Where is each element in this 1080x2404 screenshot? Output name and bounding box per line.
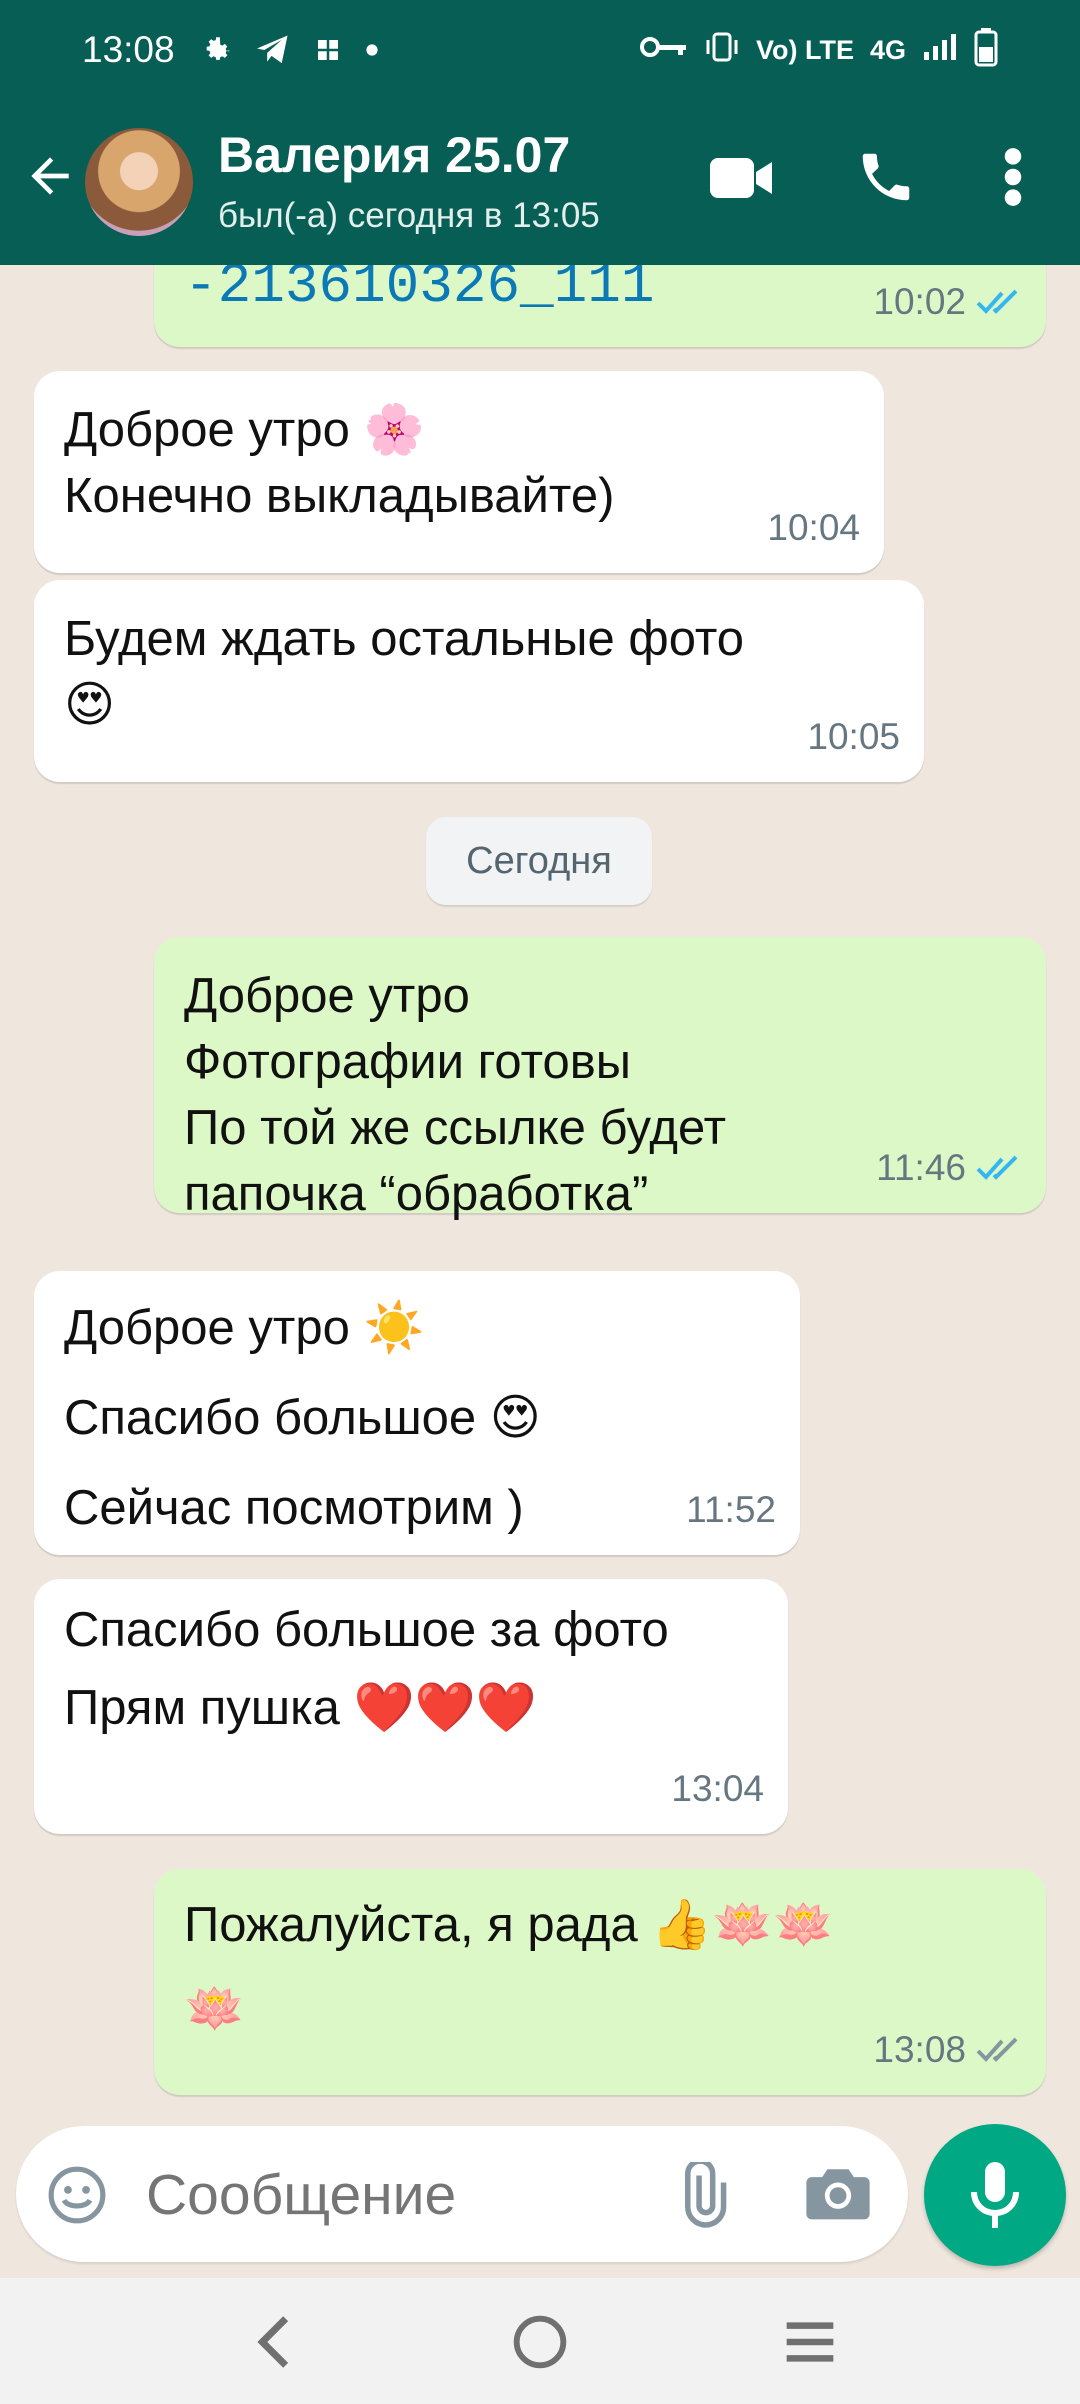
message-meta: 10:04 <box>767 495 860 561</box>
contact-last-seen[interactable]: был(-а) сегодня в 13:05 <box>218 196 600 236</box>
message-meta: 11:46 <box>876 1135 1022 1201</box>
message-link-text[interactable]: -213610326_111 <box>184 265 654 319</box>
message-time: 10:02 <box>873 281 966 322</box>
message-time: 11:52 <box>686 1489 776 1530</box>
message-time: 10:05 <box>807 716 900 757</box>
double-check-icon <box>976 2037 1018 2062</box>
double-check-icon <box>976 1155 1018 1180</box>
message-text: Доброе утро ☀️ Спасибо большое 😍 Сейчас … <box>64 1301 541 1535</box>
message-time: 13:08 <box>873 2029 966 2070</box>
message-input[interactable] <box>146 2160 646 2230</box>
message-time: 11:46 <box>876 1147 966 1188</box>
more-vert-icon[interactable] <box>998 146 1028 208</box>
signal-icon <box>922 32 958 69</box>
phone-icon[interactable] <box>855 146 917 208</box>
message-bubble-incoming[interactable]: Спасибо большое за фото Прям пушка ❤️❤️❤… <box>34 1579 788 1834</box>
video-call-icon[interactable] <box>708 152 774 204</box>
nav-menu-icon[interactable] <box>782 2318 838 2366</box>
message-bubble-incoming[interactable]: Доброе утро 🌸 Конечно выкладывайте) 10:0… <box>34 371 884 573</box>
network-type: 4G <box>869 34 906 65</box>
settings-gear-icon <box>199 33 233 67</box>
double-check-icon <box>976 289 1018 314</box>
message-text: Пожалуйста, я рада 👍🪷🪷 🪷 <box>184 1898 835 2036</box>
status-bar: 13:08 Vo) LTE 4G <box>0 0 1080 100</box>
contact-name[interactable]: Валерия 25.07 <box>218 126 570 184</box>
vibrate-icon <box>704 32 740 69</box>
volte-indicator: Vo) LTE <box>755 34 854 65</box>
app-bar: Валерия 25.07 был(-а) сегодня в 13:05 <box>0 118 1080 248</box>
message-bubble-incoming[interactable]: Будем ждать остальные фото 😍 10:05 <box>34 580 924 782</box>
telegram-icon <box>255 34 291 66</box>
message-meta: 10:05 <box>807 704 900 770</box>
chat-header: 13:08 Vo) LTE 4G Валерия 25.07 был(-а) с… <box>0 0 1080 265</box>
message-meta: 13:08 <box>873 2017 1022 2083</box>
status-time: 13:08 <box>82 29 175 70</box>
message-meta: 11:52 <box>686 1477 776 1543</box>
message-bubble-incoming[interactable]: Доброе утро ☀️ Спасибо большое 😍 Сейчас … <box>34 1271 800 1555</box>
message-composer <box>16 2126 908 2262</box>
chat-area[interactable]: -213610326_111 10:02 Доброе утро 🌸 Конеч… <box>0 265 1080 2120</box>
nav-home-icon[interactable] <box>512 2314 568 2370</box>
mic-icon <box>971 2162 1019 2228</box>
mic-button[interactable] <box>924 2124 1066 2266</box>
camera-icon[interactable] <box>806 2164 870 2222</box>
avatar[interactable] <box>85 128 193 236</box>
attach-icon[interactable] <box>668 2158 734 2228</box>
back-arrow-icon[interactable] <box>22 148 78 204</box>
message-time: 10:04 <box>767 507 860 548</box>
message-time: 13:04 <box>671 1768 764 1809</box>
message-text: Доброе утро 🌸 Конечно выкладывайте) <box>64 403 615 523</box>
app-notification-icon <box>313 35 343 65</box>
nav-back-icon[interactable] <box>248 2314 300 2370</box>
message-bubble-outgoing[interactable]: -213610326_111 10:02 <box>154 265 1046 347</box>
message-text: Будем ждать остальные фото 😍 <box>64 612 745 732</box>
message-text: Доброе утро Фотографии готовы По той же … <box>184 969 727 1221</box>
vpn-key-icon <box>639 35 688 66</box>
message-meta: 10:02 <box>873 269 1022 335</box>
message-text: Спасибо большое за фото Прям пушка ❤️❤️❤… <box>64 1603 669 1735</box>
system-nav-bar <box>0 2278 1080 2404</box>
more-notifications-dot-icon <box>365 43 379 57</box>
message-bubble-outgoing[interactable]: Доброе утро Фотографии готовы По той же … <box>154 937 1046 1221</box>
message-bubble-outgoing[interactable]: Пожалуйста, я рада 👍🪷🪷 🪷 13:08 <box>154 1869 1046 2095</box>
date-separator: Сегодня <box>426 817 652 905</box>
battery-icon <box>974 27 998 74</box>
emoji-icon[interactable] <box>46 2164 108 2226</box>
message-meta: 13:04 <box>671 1756 764 1822</box>
